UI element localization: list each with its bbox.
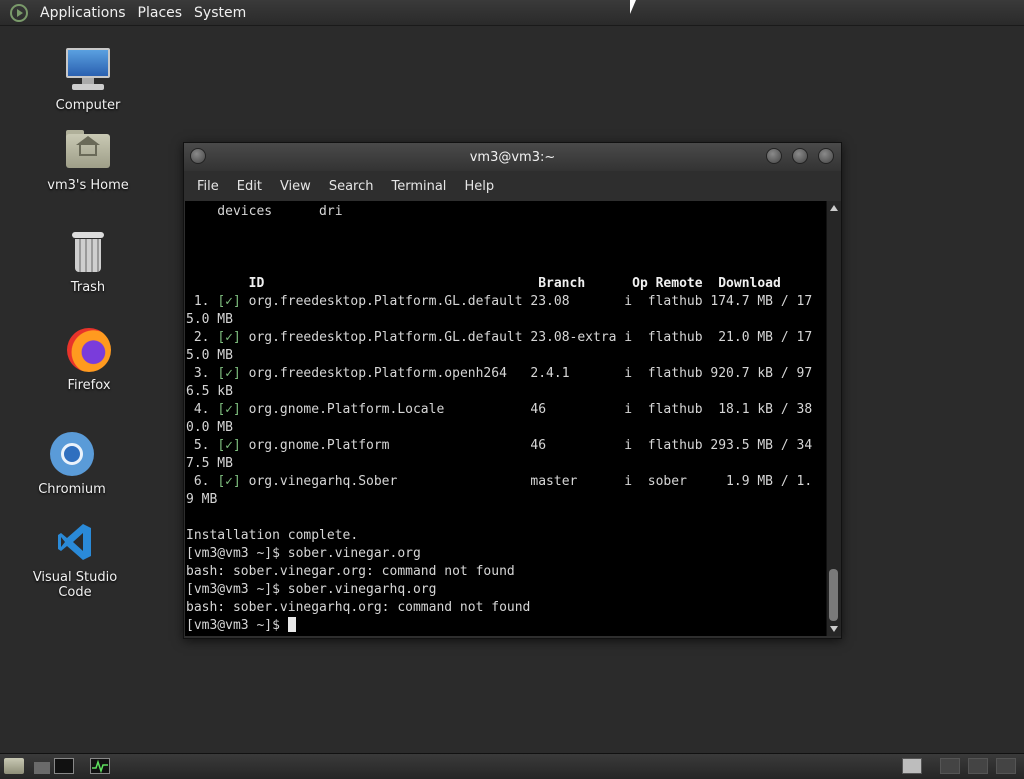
menu-edit[interactable]: Edit bbox=[228, 179, 271, 194]
text-cursor bbox=[287, 617, 296, 632]
firefox-icon bbox=[65, 326, 113, 374]
check-mark: [✓] bbox=[217, 438, 241, 453]
terminal-line: bash: sober.vinegarhq.org: command not f… bbox=[186, 600, 531, 615]
mate-logo-icon[interactable] bbox=[10, 3, 28, 22]
folder-taskbar-icon[interactable] bbox=[34, 762, 50, 774]
workspace-switcher-icon[interactable] bbox=[940, 758, 960, 774]
check-mark: [✓] bbox=[217, 402, 241, 417]
desktop-icon-label: Chromium bbox=[38, 482, 106, 497]
menu-help[interactable]: Help bbox=[455, 179, 503, 194]
scrollbar-thumb[interactable] bbox=[829, 569, 838, 621]
desktop-icon-label: Visual Studio Code bbox=[32, 570, 118, 600]
terminal-menubar: File Edit View Search Terminal Help bbox=[184, 171, 841, 201]
table-row: 4. [✓] org.gnome.Platform.Locale 46 i fl… bbox=[186, 402, 813, 435]
table-row: 3. [✓] org.freedesktop.Platform.openh264… bbox=[186, 366, 813, 399]
check-mark: [✓] bbox=[217, 474, 241, 489]
workspace-switcher-icon[interactable] bbox=[968, 758, 988, 774]
terminal-line: bash: sober.vinegar.org: command not fou… bbox=[186, 564, 515, 579]
window-menu-icon[interactable] bbox=[190, 148, 206, 164]
maximize-icon[interactable] bbox=[792, 148, 808, 164]
system-monitor-icon[interactable] bbox=[90, 758, 110, 774]
desktop-icon-trash[interactable]: Trash bbox=[33, 228, 143, 295]
terminal-line: [vm3@vm3 ~]$ sober.vinegarhq.org bbox=[186, 582, 437, 597]
table-row: 1. [✓] org.freedesktop.Platform.GL.defau… bbox=[186, 294, 813, 327]
check-mark: [✓] bbox=[217, 366, 241, 381]
terminal-output[interactable]: devices dri ID Branch Op Remote Download… bbox=[185, 201, 826, 636]
home-folder-icon bbox=[64, 126, 112, 174]
top-panel: Applications Places System bbox=[0, 0, 1024, 26]
mouse-pointer-icon bbox=[630, 0, 636, 14]
menu-places[interactable]: Places bbox=[132, 5, 189, 21]
computer-icon bbox=[64, 46, 112, 94]
menu-file[interactable]: File bbox=[188, 179, 228, 194]
trash-icon bbox=[64, 228, 112, 276]
terminal-prompt: [vm3@vm3 ~]$ bbox=[186, 618, 288, 633]
scroll-down-icon[interactable] bbox=[830, 626, 838, 632]
show-desktop-icon[interactable] bbox=[4, 758, 24, 774]
terminal-line: Installation complete. bbox=[186, 528, 359, 543]
close-icon[interactable] bbox=[818, 148, 834, 164]
check-mark: [✓] bbox=[217, 330, 241, 345]
terminal-taskbar-icon[interactable] bbox=[54, 758, 74, 774]
chromium-icon bbox=[48, 430, 96, 478]
table-row: 5. [✓] org.gnome.Platform 46 i flathub 2… bbox=[186, 438, 813, 471]
bottom-panel bbox=[0, 753, 1024, 779]
menu-applications[interactable]: Applications bbox=[34, 5, 132, 21]
desktop-icon-label: vm3's Home bbox=[47, 178, 129, 193]
menu-terminal[interactable]: Terminal bbox=[382, 179, 455, 194]
scroll-up-icon[interactable] bbox=[830, 205, 838, 211]
workspace-switcher-icon[interactable] bbox=[902, 758, 922, 774]
menu-system[interactable]: System bbox=[188, 5, 252, 21]
desktop-icon-chromium[interactable]: Chromium bbox=[17, 430, 127, 497]
table-row: 6. [✓] org.vinegarhq.Sober master i sobe… bbox=[186, 474, 813, 507]
workspace-switcher-icon[interactable] bbox=[996, 758, 1016, 774]
window-titlebar[interactable]: vm3@vm3:~ bbox=[184, 143, 841, 171]
minimize-icon[interactable] bbox=[766, 148, 782, 164]
terminal-line: [vm3@vm3 ~]$ sober.vinegar.org bbox=[186, 546, 421, 561]
desktop-icon-vscode[interactable]: Visual Studio Code bbox=[15, 518, 135, 600]
desktop-icon-label: Trash bbox=[70, 280, 106, 295]
table-header: ID Branch Op Remote Download bbox=[186, 276, 781, 291]
menu-view[interactable]: View bbox=[271, 179, 320, 194]
desktop-icon-firefox[interactable]: Firefox bbox=[34, 326, 144, 393]
terminal-scrollbar[interactable] bbox=[826, 201, 841, 636]
terminal-line: devices dri bbox=[186, 204, 343, 219]
desktop-icon-label: Computer bbox=[55, 98, 121, 113]
check-mark: [✓] bbox=[217, 294, 241, 309]
desktop-icon-label: Firefox bbox=[67, 378, 111, 393]
desktop-icon-home[interactable]: vm3's Home bbox=[33, 126, 143, 193]
menu-search[interactable]: Search bbox=[320, 179, 383, 194]
vscode-icon bbox=[51, 518, 99, 566]
table-row: 2. [✓] org.freedesktop.Platform.GL.defau… bbox=[186, 330, 813, 363]
desktop-icon-computer[interactable]: Computer bbox=[33, 46, 143, 113]
terminal-window[interactable]: vm3@vm3:~ File Edit View Search Terminal… bbox=[183, 142, 842, 639]
window-title: vm3@vm3:~ bbox=[469, 149, 556, 165]
